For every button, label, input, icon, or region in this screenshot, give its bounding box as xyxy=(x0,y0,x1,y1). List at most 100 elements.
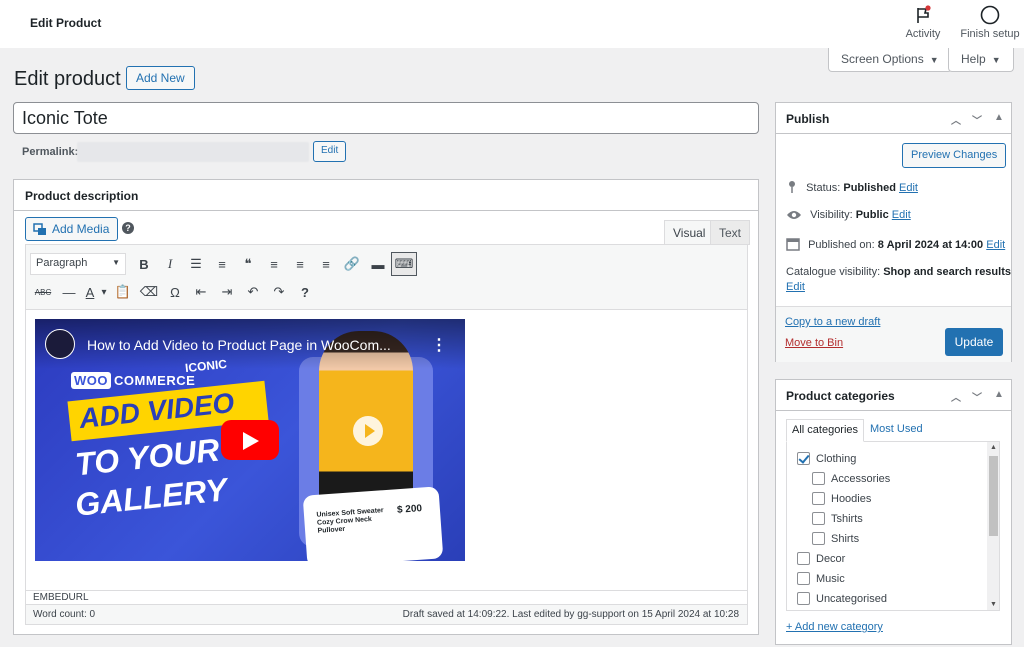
calendar-icon xyxy=(786,238,800,251)
category-checkbox[interactable] xyxy=(812,512,825,525)
draft-saved-status: Draft saved at 14:09:22. Last edited by … xyxy=(402,609,739,620)
tab-most-used[interactable]: Most Used xyxy=(865,419,928,442)
copy-to-draft-link[interactable]: Copy to a new draft xyxy=(785,316,880,328)
horizontal-line-icon[interactable]: — xyxy=(56,280,82,304)
flag-icon xyxy=(917,5,931,23)
toolbar-toggle-icon[interactable]: ⌨ xyxy=(391,252,417,276)
italic-icon[interactable]: I xyxy=(157,252,183,276)
indent-icon[interactable]: ⇥ xyxy=(214,280,240,304)
category-item-tshirts[interactable]: Tshirts xyxy=(812,512,863,525)
bullet-list-icon[interactable]: ☰ xyxy=(183,252,209,276)
embedded-video[interactable]: Unisex Soft Sweater Cozy Crow Neck Pullo… xyxy=(35,319,465,561)
channel-logo[interactable] xyxy=(45,329,75,359)
category-item-hoodies[interactable]: Hoodies xyxy=(812,492,871,505)
align-center-icon[interactable]: ≡ xyxy=(287,252,313,276)
video-title[interactable]: How to Add Video to Product Page in WooC… xyxy=(87,337,391,353)
category-item-music[interactable]: Music xyxy=(797,572,845,585)
chevron-up-icon[interactable]: ︿ xyxy=(951,112,961,127)
catalogue-visibility-edit-link[interactable]: Edit xyxy=(786,281,805,293)
product-description-box: Product description Add Media ? Visual T… xyxy=(13,179,759,635)
category-item-shirts[interactable]: Shirts xyxy=(812,532,859,545)
status-edit-link[interactable]: Edit xyxy=(899,182,918,194)
add-new-category-link[interactable]: + Add new category xyxy=(786,621,883,633)
visibility-edit-link[interactable]: Edit xyxy=(892,209,911,221)
published-on-label: Published on: xyxy=(808,239,875,251)
chevron-down-icon[interactable]: ﹀ xyxy=(972,389,982,404)
category-item-uncategorised[interactable]: Uncategorised xyxy=(797,592,887,605)
catalogue-visibility-row: Catalogue visibility: Shop and search re… xyxy=(786,266,1011,278)
bold-icon[interactable]: B xyxy=(131,252,157,276)
category-checkbox[interactable] xyxy=(797,552,810,565)
tab-all-categories[interactable]: All categories xyxy=(786,419,865,442)
category-item-clothing[interactable]: Clothing xyxy=(797,452,856,465)
catalogue-visibility-value: Shop and search results xyxy=(883,266,1011,278)
category-checkbox[interactable] xyxy=(812,492,825,505)
toggle-panel-icon[interactable]: ▲ xyxy=(994,112,1004,123)
editor: Paragraph ▼ B I ☰ ≡ ❝ ≡ ≡ ≡ 🔗 ▬ ⌨ ABC — A ▾ 📋 ⌫ Ω ⇤ ⇥ ↶ ↷? U… xyxy=(25,244,748,625)
clear-formatting-icon[interactable]: ⌫ xyxy=(136,280,162,304)
move-to-bin-link[interactable]: Move to Bin xyxy=(785,337,843,349)
outdent-icon[interactable]: ⇤ xyxy=(188,280,214,304)
permalink-url-blurred[interactable] xyxy=(77,142,309,162)
help-button[interactable]: Help ▼ xyxy=(948,48,1014,72)
chevron-up-icon[interactable]: ︿ xyxy=(951,389,961,404)
text-color-caret-icon[interactable]: ▾ xyxy=(98,280,110,304)
publish-actions: Copy to a new draft Move to Bin Update xyxy=(776,306,1011,362)
card-price: $ 200 xyxy=(396,503,423,516)
numbered-list-icon[interactable]: ≡ xyxy=(209,252,235,276)
product-title-input[interactable] xyxy=(13,102,759,134)
youtube-play-icon[interactable] xyxy=(221,420,279,460)
element-path: EMBEDURL xyxy=(26,590,747,604)
update-button[interactable]: Update xyxy=(945,328,1003,356)
status-value: Published xyxy=(843,182,896,194)
category-item-decor[interactable]: Decor xyxy=(797,552,845,565)
screen-options-button[interactable]: Screen Options ▼ xyxy=(828,48,952,72)
strikethrough-icon[interactable]: ABC xyxy=(30,280,56,304)
category-label: Music xyxy=(816,573,845,585)
progress-circle-icon xyxy=(980,5,1000,25)
align-right-icon[interactable]: ≡ xyxy=(313,252,339,276)
finish-setup-button[interactable]: Finish setup xyxy=(958,5,1022,40)
categories-header: Product categories ︿ ﹀ ▲ xyxy=(776,380,1011,411)
woocommerce-logo: WOO COMMERCE xyxy=(71,372,196,389)
category-checkbox[interactable] xyxy=(812,532,825,545)
scroll-up-icon[interactable]: ▲ xyxy=(990,444,997,451)
undo-icon[interactable]: ↶ xyxy=(240,280,266,304)
category-item-accessories[interactable]: Accessories xyxy=(812,472,890,485)
preview-changes-button[interactable]: Preview Changes xyxy=(902,143,1007,168)
help-icon[interactable]: ? xyxy=(122,222,134,234)
permalink-edit-button[interactable]: Edit xyxy=(313,141,347,162)
blockquote-icon[interactable]: ❝ xyxy=(235,252,261,276)
text-color-icon[interactable]: A xyxy=(82,280,98,304)
redo-icon[interactable]: ↷ xyxy=(266,280,292,304)
scrollbar-thumb[interactable] xyxy=(989,456,998,536)
more-options-icon[interactable]: ⋮ xyxy=(431,335,447,355)
chevron-down-icon[interactable]: ﹀ xyxy=(972,112,982,127)
category-checkbox[interactable] xyxy=(797,572,810,585)
category-label: Accessories xyxy=(831,473,891,485)
editor-content[interactable]: Unisex Soft Sweater Cozy Crow Neck Pullo… xyxy=(26,310,747,590)
publish-title: Publish xyxy=(786,112,830,126)
published-on-edit-link[interactable]: Edit xyxy=(986,239,1005,251)
woo-text: COMMERCE xyxy=(114,373,196,388)
category-checkbox[interactable] xyxy=(797,592,810,605)
add-media-button[interactable]: Add Media xyxy=(25,217,119,241)
read-more-icon[interactable]: ▬ xyxy=(365,252,391,276)
link-icon[interactable]: 🔗 xyxy=(339,252,365,276)
tab-visual[interactable]: Visual xyxy=(664,220,715,245)
category-checkbox[interactable] xyxy=(797,452,810,465)
format-select[interactable]: Paragraph ▼ xyxy=(30,253,126,275)
play-circle-icon xyxy=(353,416,383,446)
activity-button[interactable]: Activity xyxy=(903,5,943,40)
toggle-panel-icon[interactable]: ▲ xyxy=(994,389,1004,400)
keyboard-shortcuts-icon[interactable]: ? xyxy=(292,280,318,304)
add-new-button[interactable]: Add New xyxy=(126,66,195,90)
scroll-down-icon[interactable]: ▼ xyxy=(990,601,997,608)
media-icon xyxy=(33,223,46,235)
category-checkbox[interactable] xyxy=(812,472,825,485)
align-left-icon[interactable]: ≡ xyxy=(261,252,287,276)
tab-text[interactable]: Text xyxy=(710,220,751,245)
paste-text-icon[interactable]: 📋 xyxy=(110,280,136,304)
special-character-icon[interactable]: Ω xyxy=(162,280,188,304)
category-scrollbar[interactable]: ▲ ▼ xyxy=(987,442,999,610)
